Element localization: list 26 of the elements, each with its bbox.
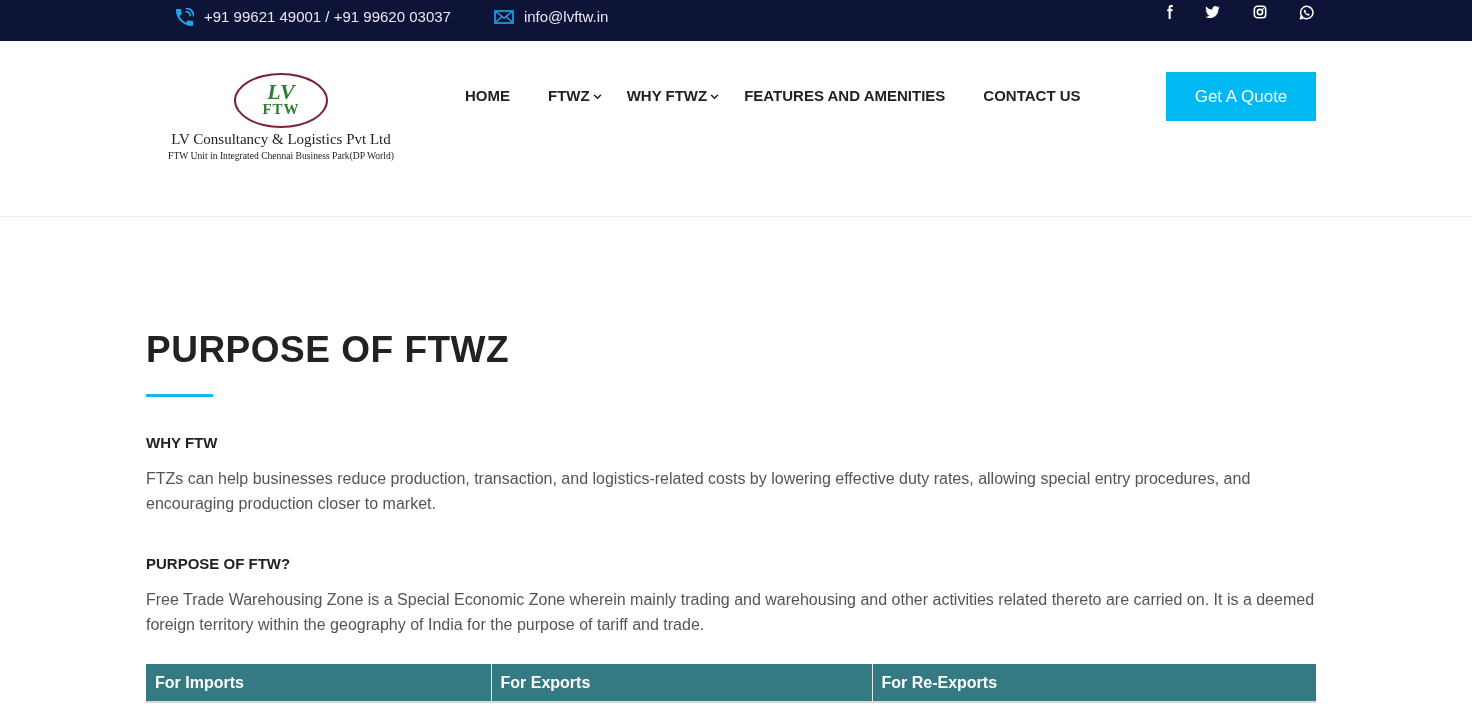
- company-name: LV Consultancy & Logistics Pvt Ltd: [171, 130, 391, 148]
- mail-icon: [493, 10, 514, 24]
- facebook-icon[interactable]: [1166, 5, 1174, 19]
- section-paragraph: FTZs can help businesses reduce production, transaction, and logistics-related costs by lowering effective duty rates, allowing special entry procedures, and encouraging production closer to market.: [146, 469, 1252, 514]
- phone-icon: [175, 7, 194, 27]
- logo-mark-text: LV: [267, 82, 295, 102]
- phone-text: +91 99621 49001 / +91 99620 03037: [204, 7, 451, 27]
- table-header-cell: For Exports: [491, 664, 872, 702]
- section-paragraph: Free Trade Warehousing Zone is a Special Economic Zone wherein mainly trading and warehousing and other activities related thereto are carried on. It is a deemed foreign territory within the geography of India for the purpose of tariff and trade.: [146, 590, 1316, 635]
- company-tagline: FTW Unit in Integrated Chennai Business Park(DP World): [168, 150, 394, 162]
- nav-link[interactable]: FTWZ: [548, 85, 602, 108]
- page-title: PURPOSE OF FTWZ: [146, 328, 511, 372]
- nav-link[interactable]: FEATURES AND AMENITIES: [744, 85, 946, 108]
- instagram-icon[interactable]: [1253, 5, 1267, 19]
- whatsapp-icon[interactable]: [1299, 4, 1314, 20]
- twitter-icon[interactable]: [1205, 6, 1220, 18]
- table-header-cell: For Re-Exports: [872, 664, 1316, 702]
- logo-mark-text: FTW: [262, 102, 300, 117]
- nav-link[interactable]: HOME: [465, 85, 510, 108]
- nav-link[interactable]: WHY FTWZ: [626, 85, 720, 108]
- title-underline: [146, 394, 213, 397]
- nav-link[interactable]: CONTACT US: [983, 85, 1081, 108]
- section-heading: WHY FTW: [146, 433, 219, 453]
- table-header-cell: For Imports: [146, 664, 491, 702]
- section-heading: PURPOSE OF FTW?: [146, 554, 292, 574]
- email-text: info@lvftw.in: [523, 7, 609, 27]
